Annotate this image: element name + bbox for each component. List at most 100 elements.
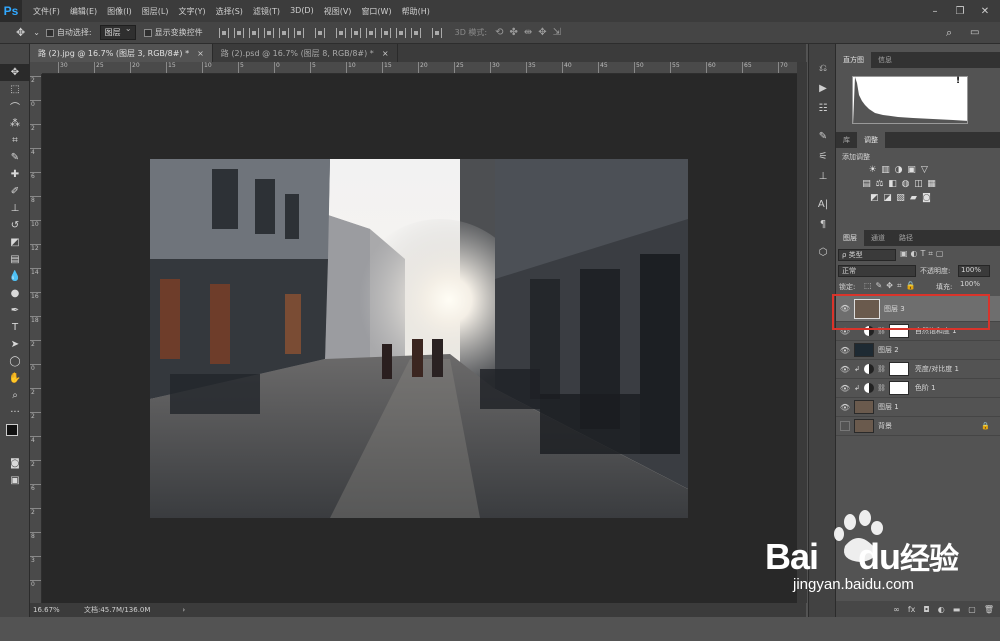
brush-settings-icon[interactable]: ⚟	[809, 146, 837, 166]
adjustment-icon[interactable]: ▦	[925, 179, 938, 190]
adjustment-icon[interactable]: ◙	[920, 193, 933, 204]
auto-select-checkbox[interactable]	[45, 28, 54, 37]
align-vcenter-icon[interactable]	[233, 27, 244, 38]
blur-tool[interactable]: 💧	[0, 268, 30, 285]
distribute-bottom-icon[interactable]	[365, 27, 376, 38]
tab-layers[interactable]: 图层	[836, 230, 864, 246]
tab-jpg-close-icon[interactable]: ×	[197, 49, 204, 58]
menu-item-0[interactable]: 文件(F)	[28, 6, 65, 17]
tool-preset-dropdown[interactable]: ⌄	[33, 28, 40, 37]
tab-adjustments[interactable]: 调整	[857, 132, 885, 148]
3d-icon[interactable]: ⬡	[809, 242, 837, 262]
marquee-tool[interactable]: ⬚	[0, 81, 30, 98]
layer-row[interactable]: 👁 ⛓ 自然饱和度 1	[836, 322, 1000, 341]
menu-item-5[interactable]: 选择(S)	[211, 6, 248, 17]
adjustment-icon[interactable]: ◩	[868, 193, 881, 204]
actions-icon[interactable]: ▶	[809, 78, 837, 98]
menu-item-3[interactable]: 图层(L)	[137, 6, 174, 17]
adjustment-icon[interactable]: ◍	[899, 179, 912, 190]
align-left-icon[interactable]	[263, 27, 274, 38]
show-transform-checkbox[interactable]	[143, 28, 152, 37]
visibility-eye-icon[interactable]: 👁	[836, 403, 854, 412]
menu-item-4[interactable]: 文字(Y)	[173, 6, 210, 17]
tab-psd[interactable]: 路 (2).psd @ 16.7% (图层 8, RGB/8#) * ×	[212, 44, 398, 62]
layer-row[interactable]: 背景 🔒	[836, 417, 1000, 436]
path-select-tool[interactable]: ➤	[0, 336, 30, 353]
visibility-eye-icon[interactable]: 👁	[836, 384, 854, 393]
align-right-icon[interactable]	[293, 27, 304, 38]
crop-tool[interactable]: ⌗	[0, 132, 30, 149]
distribute-vcenter-icon[interactable]	[350, 27, 361, 38]
adjustment-icon[interactable]: ◑	[892, 165, 905, 176]
layer-row[interactable]: 👁 ↲ ⛓ 亮度/对比度 1	[836, 360, 1000, 379]
quick-mask-icon[interactable]: ◙	[0, 455, 30, 472]
character-icon[interactable]: A|	[809, 194, 837, 214]
layer-row[interactable]: 👁 图层 3	[836, 296, 1000, 322]
layer-row[interactable]: 👁 图层 2	[836, 341, 1000, 360]
tab-channels[interactable]: 通道	[864, 230, 892, 246]
menu-item-6[interactable]: 滤镜(T)	[248, 6, 285, 17]
3d-tools-group[interactable]: ⟲✤⇹✥⇲	[495, 27, 567, 38]
brush-icon[interactable]: ✎	[809, 126, 837, 146]
tab-psd-close-icon[interactable]: ×	[382, 49, 389, 58]
opacity-input[interactable]: 100%	[958, 265, 990, 277]
history-icon[interactable]: ⎌	[809, 58, 837, 78]
visibility-eye-icon[interactable]: 👁	[836, 365, 854, 374]
history-brush-tool[interactable]: ↺	[0, 217, 30, 234]
menu-item-1[interactable]: 编辑(E)	[65, 6, 102, 17]
layer-filter-icons[interactable]: ▣◐T⌗▢	[900, 249, 947, 259]
street-photo-image[interactable]	[150, 159, 688, 518]
clone-stamp-tool[interactable]: ⊥	[0, 200, 30, 217]
visibility-eye-icon[interactable]: 👁	[836, 304, 854, 313]
move-tool[interactable]: ✥	[0, 64, 30, 81]
adjustment-icon[interactable]: ⚖	[873, 179, 886, 190]
adjustment-icon[interactable]: ▽	[918, 165, 931, 176]
visibility-eye-icon[interactable]: 👁	[836, 327, 854, 336]
menu-item-2[interactable]: 图像(I)	[102, 6, 137, 17]
quick-select-tool[interactable]: ⁂	[0, 115, 30, 132]
layer-filter-select[interactable]: ρ 类型	[838, 249, 896, 261]
layer-thumbnail[interactable]	[854, 298, 880, 319]
close-window-button[interactable]: ✕	[970, 0, 1000, 22]
paragraph-icon[interactable]: ¶	[809, 214, 837, 234]
align-top-icon[interactable]	[218, 27, 229, 38]
distribute-icon[interactable]	[314, 27, 325, 38]
clone-source-icon[interactable]: ⊥	[809, 166, 837, 186]
menu-item-8[interactable]: 视图(V)	[319, 6, 357, 17]
lock-icons[interactable]: ⬚✎✥⌗🔒	[864, 281, 919, 291]
link-icon[interactable]: ⛓	[877, 327, 886, 335]
align-bottom-icon[interactable]	[248, 27, 259, 38]
adjustment-icon[interactable]: ▥	[879, 165, 892, 176]
hand-tool[interactable]: ✋	[0, 370, 30, 387]
zoom-level[interactable]: 16.67%	[30, 606, 72, 614]
move-tool-icon[interactable]: ✥	[16, 26, 25, 39]
screen-mode-icon[interactable]: ▣	[0, 472, 30, 489]
link-icon[interactable]: ⛓	[877, 384, 886, 392]
ellipse-tool[interactable]: ◯	[0, 353, 30, 370]
layer-mask-thumbnail[interactable]	[888, 362, 909, 376]
healing-brush-tool[interactable]: ✚	[0, 166, 30, 183]
brush-tool[interactable]: ✐	[0, 183, 30, 200]
adjustment-icon[interactable]: ▤	[860, 179, 873, 190]
distribute-left-icon[interactable]	[380, 27, 391, 38]
search-icon[interactable]: ⌕	[946, 26, 952, 40]
layer-mask-thumbnail[interactable]	[888, 324, 909, 338]
adjustment-icon[interactable]: ☀	[866, 165, 879, 176]
layer-thumbnail[interactable]	[854, 419, 874, 433]
menu-item-7[interactable]: 3D(D)	[285, 6, 319, 17]
layer-mask-thumbnail[interactable]	[888, 381, 909, 395]
menu-item-9[interactable]: 窗口(W)	[356, 6, 396, 17]
link-icon[interactable]: ⛓	[877, 365, 886, 373]
menu-item-10[interactable]: 帮助(H)	[397, 6, 435, 17]
distribute-hcenter-icon[interactable]	[395, 27, 406, 38]
dodge-tool[interactable]: ●	[0, 285, 30, 302]
lasso-tool[interactable]: ⌒	[0, 98, 30, 115]
tab-paths[interactable]: 路径	[892, 230, 920, 246]
status-menu-arrow-icon[interactable]: ›	[182, 606, 185, 614]
align-hcenter-icon[interactable]	[278, 27, 289, 38]
layer-thumbnail[interactable]	[854, 343, 874, 357]
histogram-warning-icon[interactable]: !	[956, 76, 960, 86]
distribute-right-icon[interactable]	[410, 27, 421, 38]
tab-jpg[interactable]: 路 (2).jpg @ 16.7% (图层 3, RGB/8#) * ×	[30, 44, 213, 62]
layer-row[interactable]: 👁 ↲ ⛓ 色阶 1	[836, 379, 1000, 398]
